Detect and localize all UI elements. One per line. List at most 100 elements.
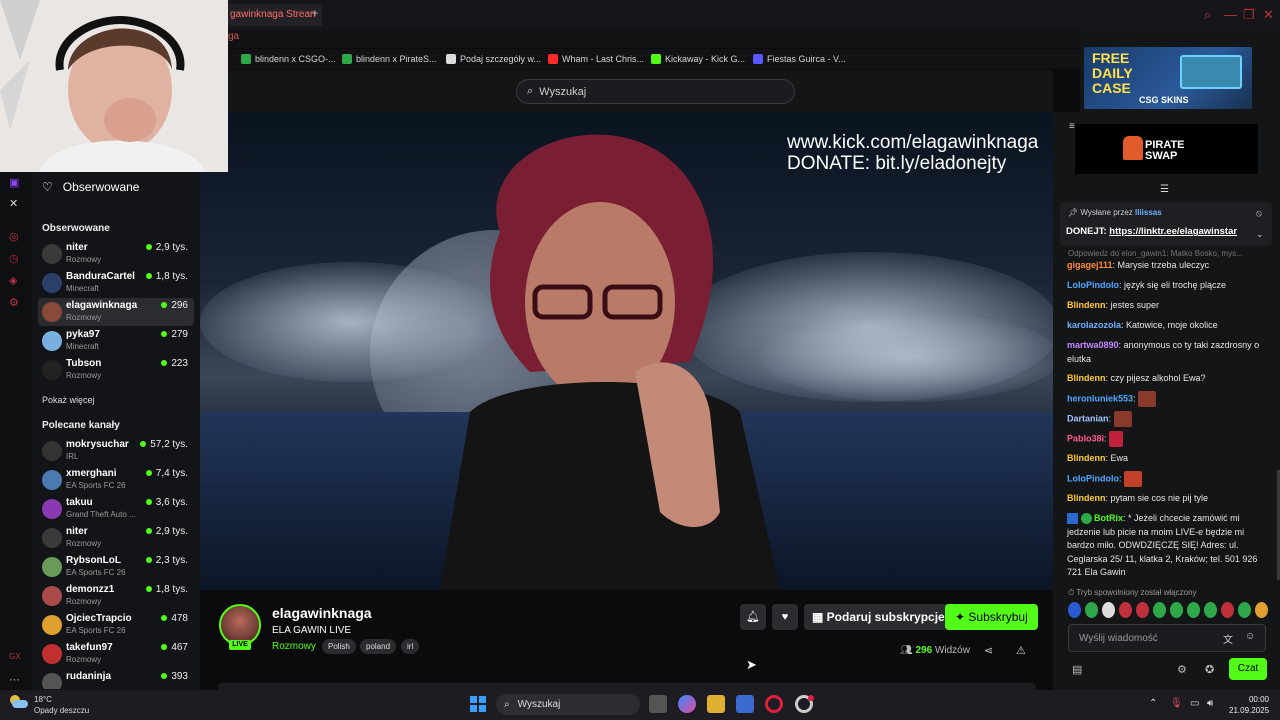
sidebar-channel-rybsonlol[interactable]: RybsonLoL EA Sports FC 26 2,3 tys. (38, 553, 194, 581)
chat-collapse-icon[interactable]: ☰ (1160, 184, 1169, 195)
emote-icon[interactable] (1068, 602, 1081, 618)
tag-chip[interactable]: irl (401, 639, 420, 654)
follow-button[interactable]: ♥ (772, 604, 798, 630)
microphone-icon[interactable]: 🎙︎ (1170, 698, 1183, 709)
bookmark-item[interactable]: Fiestas Guirca - V... (753, 52, 846, 66)
task-view-icon[interactable] (649, 695, 667, 713)
chat-username[interactable]: heroniuniek553 (1067, 393, 1133, 403)
sidebar-channel-xmerghani[interactable]: xmerghani EA Sports FC 26 7,4 tys. (38, 466, 194, 494)
stream-category[interactable]: Rozmowy (272, 641, 316, 652)
sidebar-channel-tubson[interactable]: Tubson Rozmowy 223 (38, 356, 194, 384)
settings-icon[interactable]: ⚙ (9, 296, 19, 309)
streamer-name[interactable]: elagawinknaga (272, 605, 372, 621)
store-icon[interactable]: ▤ (1072, 663, 1082, 676)
show-more-link[interactable]: Pokaż więcej (42, 395, 95, 405)
video-player[interactable] (200, 112, 1053, 590)
clock-icon[interactable]: ◷ (9, 252, 19, 265)
points-icon[interactable]: ✪ (1205, 663, 1214, 676)
chat-username[interactable]: Dartanian (1067, 413, 1109, 423)
sidebar-channel-banduracartel[interactable]: BanduraCartel Minecraft 1,8 tys. (38, 269, 194, 297)
chat-username[interactable]: Blindenn (1067, 453, 1106, 463)
new-tab-button[interactable]: + (308, 6, 322, 20)
emote-icon[interactable] (1221, 602, 1234, 618)
taskbar-clock[interactable]: 00:00 21.09.2025 (1229, 694, 1269, 716)
display-icon[interactable]: ▭ (1190, 698, 1199, 709)
sidebar-following-header[interactable]: ♡ Obserwowane (42, 180, 139, 194)
store-app-icon[interactable] (736, 695, 754, 713)
pirateswap-ad[interactable]: PIRATE SWAP (1075, 124, 1258, 174)
volume-icon[interactable]: 🔊︎ (1207, 698, 1213, 709)
bookmark-item[interactable]: blindenn x CSGO-... (241, 52, 336, 66)
chat-username[interactable]: Blindenn (1067, 373, 1106, 383)
chat-username[interactable]: martwa0890 (1067, 340, 1119, 350)
emote-icon[interactable] (1238, 602, 1251, 618)
close-icon[interactable]: ✕ (1263, 7, 1274, 23)
windows-start-icon[interactable] (470, 696, 486, 712)
emote-icon[interactable] (1187, 602, 1200, 618)
chat-username[interactable]: Blindenn (1067, 493, 1106, 503)
maximize-icon[interactable]: ❐ (1243, 7, 1255, 23)
emote-icon[interactable] (1255, 602, 1268, 618)
emoji-icon[interactable]: ☺ (1245, 631, 1255, 642)
opera-gx-icon[interactable] (765, 695, 783, 713)
weather-widget[interactable]: 18°C Opady deszczu (34, 694, 89, 716)
chat-send-button[interactable]: Czat (1229, 658, 1267, 680)
file-explorer-icon[interactable] (707, 695, 725, 713)
chat-settings-icon[interactable]: ⚙ (1177, 663, 1187, 676)
emote-icon[interactable] (1085, 602, 1098, 618)
tag-chip[interactable]: Polish (322, 639, 356, 654)
emote-icon[interactable] (1119, 602, 1132, 618)
browse-icon[interactable]: ◎ (9, 230, 19, 243)
tray-chevron-icon[interactable]: ⌃ (1149, 698, 1157, 709)
sidebar-channel-ojciectrapcio[interactable]: OjciecTrapcio EA Sports FC 26 478 (38, 611, 194, 639)
sidebar-channel-takefun97[interactable]: takefun97 Rozmowy 467 (38, 640, 194, 668)
chat-username[interactable]: Pablo38i (1067, 433, 1104, 443)
pinned-link[interactable]: https://linktr.ee/elagawinstar (1109, 226, 1237, 237)
sidebar-channel-takuu[interactable]: takuu Grand Theft Auto ... 3,6 tys. (38, 495, 194, 523)
translate-icon[interactable]: 文 (1223, 631, 1233, 646)
minimize-icon[interactable]: — (1224, 7, 1237, 22)
chat-username[interactable]: LoloPindolo (1067, 473, 1119, 483)
sidebar-channel-niter[interactable]: niter Rozmowy 2,9 tys. (38, 524, 194, 552)
search-input[interactable]: ⌕ Wyszukaj (516, 79, 795, 104)
chat-username[interactable]: LoloPindolo (1067, 280, 1119, 290)
subscribe-button[interactable]: ✦ Subskrybuj (945, 604, 1038, 630)
twitch-icon[interactable]: ▣ (9, 176, 19, 189)
sidebar-channel-rudaninja[interactable]: rudaninja 393 (38, 669, 194, 689)
emote-icon[interactable] (1153, 602, 1166, 618)
emote-icon[interactable] (1170, 602, 1183, 618)
chat-username[interactable]: BotRix (1094, 513, 1123, 523)
chat-message-input[interactable] (1069, 625, 1209, 651)
emote-icon[interactable] (1102, 602, 1115, 618)
notification-bell-button[interactable]: 🔔︎ (740, 604, 766, 630)
bookmark-item[interactable]: Podaj szczegóły w... (446, 52, 541, 66)
emote-icon[interactable] (1136, 602, 1149, 618)
sidebar-channel-demonzz1[interactable]: demonzz1 Rozmowy 1,8 tys. (38, 582, 194, 610)
address-bar[interactable]: ga (228, 31, 239, 42)
report-icon[interactable]: ⚠ (1016, 644, 1026, 657)
copilot-icon[interactable] (678, 695, 696, 713)
bookmark-item[interactable]: Kickaway - Kick G... (651, 52, 745, 66)
discord-icon[interactable]: ◈ (9, 274, 17, 287)
pinned-by-user[interactable]: lliissas (1135, 208, 1162, 217)
more-icon[interactable]: ⋯ (9, 673, 20, 686)
sidebar-channel-niter[interactable]: niter Rozmowy 2,9 tys. (38, 240, 194, 268)
emote-icon[interactable] (1204, 602, 1217, 618)
chat-username[interactable]: karolazozola (1067, 320, 1121, 330)
search-tabs-icon[interactable]: ⌕ (1204, 7, 1211, 23)
chat-menu-icon[interactable]: ≡ (1069, 121, 1075, 132)
tag-chip[interactable]: poland (360, 639, 397, 654)
sidebar-channel-mokrysuchar[interactable]: mokrysuchar IRL 57,2 tys. (38, 437, 194, 465)
csgo-skins-ad[interactable]: FREE DAILY CASE CSG SKINS (1084, 47, 1252, 109)
chat-username[interactable]: gigagej111 (1067, 260, 1113, 270)
share-icon[interactable]: ⋖ (984, 644, 993, 657)
taskbar-search[interactable]: ⌕ Wyszukaj (496, 694, 640, 715)
bookmark-item[interactable]: blindenn x PirateS... (342, 52, 437, 66)
sidebar-channel-elagawinknaga[interactable]: elagawinknaga Rozmowy 296 (38, 298, 194, 326)
unpin-icon[interactable]: ⦸ (1256, 208, 1262, 219)
gift-subscription-button[interactable]: ▦ Podaruj subskrypcje (804, 604, 953, 630)
chat-username[interactable]: Blindenn (1067, 300, 1106, 310)
x-social-icon[interactable]: ✕ (9, 197, 18, 210)
chevron-down-icon[interactable]: ⌄ (1256, 229, 1264, 240)
gx-icon[interactable]: GX (9, 652, 21, 661)
